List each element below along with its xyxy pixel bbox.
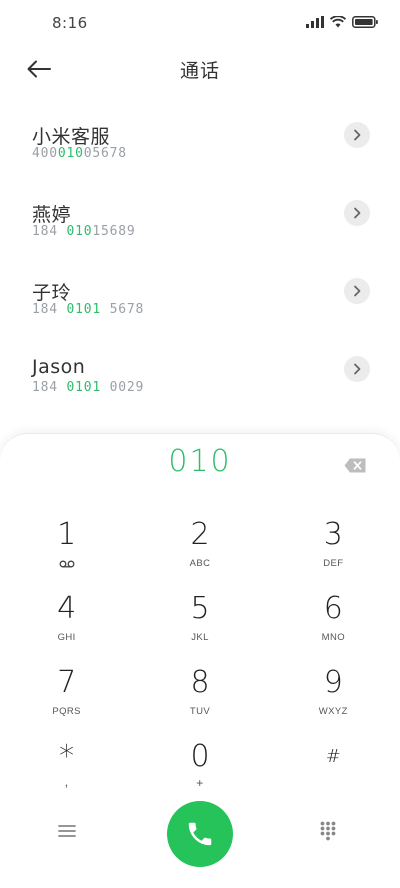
dialer-bottom-bar [0,801,400,871]
dialpad-panel: 010 1 2 ABC 3 DEF 4 GHI 5 JKL 6 MNO 7 PQ… [0,433,400,888]
number-prefix: 400 [32,146,58,161]
status-bar: 8:16 [0,0,400,48]
key-letters: JKL [191,632,209,643]
key-digit: 0 [190,739,210,774]
key-0[interactable]: 0 + [133,734,266,808]
voicemail-icon [59,560,75,568]
key-5[interactable]: 5 JKL [133,586,266,660]
key-star[interactable]: * , [0,734,133,808]
contact-item[interactable]: 小米客服 40001005678 [0,98,400,176]
signal-icon [306,16,324,28]
chevron-right-icon [354,129,361,141]
contact-number: 184 0101 0029 [32,380,144,395]
key-letters: + [196,776,204,790]
dialpad-icon [320,821,336,841]
key-digit: 4 [57,591,77,626]
number-match: 0101 [66,302,102,317]
key-2[interactable]: 2 ABC [133,512,266,586]
key-letters: GHI [57,632,76,643]
contact-name: Jason [32,356,86,378]
battery-icon [352,16,378,28]
contact-name: 子玲 [32,282,72,304]
key-1[interactable]: 1 [0,512,133,586]
number-suffix: 0029 [101,380,145,395]
number-match: 0101 [66,380,102,395]
contact-detail-button[interactable] [344,356,370,382]
backspace-button[interactable] [344,458,368,474]
number-suffix: 05678 [83,146,127,161]
key-digit: * [59,739,75,774]
contact-number: 184 0101 5678 [32,302,144,317]
number-prefix: 184 [32,302,67,317]
key-digit: 5 [190,591,210,626]
dialpad-toggle-button[interactable] [320,821,342,843]
keypad-row: 4 GHI 5 JKL 6 MNO [0,586,400,660]
menu-button[interactable] [58,823,82,843]
backspace-icon [344,458,366,473]
key-digit: 1 [57,517,77,552]
key-letters: DEF [323,558,344,569]
page-title: 通话 [179,60,220,82]
key-letters: PQRS [52,706,81,717]
contact-item[interactable]: 燕婷 184 01015689 [0,176,400,254]
key-letters: TUV [189,706,211,717]
number-prefix: 184 [32,224,67,239]
chevron-right-icon [354,207,361,219]
key-digit: 7 [57,665,77,700]
keypad: 1 2 ABC 3 DEF 4 GHI 5 JKL 6 MNO 7 PQRS 8… [0,512,400,808]
number-match: 010 [66,224,93,239]
key-4[interactable]: 4 GHI [0,586,133,660]
key-7[interactable]: 7 PQRS [0,660,133,734]
keypad-row: 7 PQRS 8 TUV 9 WXYZ [0,660,400,734]
key-digit: 8 [190,665,210,700]
number-suffix: 5678 [101,302,145,317]
call-button[interactable] [167,801,233,867]
key-letters: WXYZ [318,706,348,717]
menu-icon [58,825,76,837]
key-digit: 9 [323,665,343,700]
key-letters: , [64,774,69,789]
contact-detail-button[interactable] [344,122,370,148]
keypad-row: * , 0 + # [0,734,400,808]
chevron-right-icon [354,363,361,375]
key-letters: ABC [189,558,211,569]
key-letters: MNO [321,632,345,643]
number-prefix: 184 [32,380,67,395]
key-digit: 6 [323,591,343,626]
key-9[interactable]: 9 WXYZ [267,660,400,734]
contact-detail-button[interactable] [344,200,370,226]
contact-name: 燕婷 [32,204,72,226]
dialed-number: 010 [168,444,232,479]
contact-item[interactable]: Jason 184 0101 0029 [0,332,400,410]
wifi-icon [330,16,346,28]
number-suffix: 15689 [92,224,136,239]
status-icons [306,16,378,28]
contact-detail-button[interactable] [344,278,370,304]
key-digit: 3 [323,517,343,552]
contact-number: 40001005678 [32,146,127,161]
key-8[interactable]: 8 TUV [133,660,266,734]
status-time: 8:16 [52,14,88,32]
chevron-right-icon [354,285,361,297]
key-3[interactable]: 3 DEF [267,512,400,586]
contact-list: 小米客服 40001005678 燕婷 184 01015689 子玲 184 … [0,98,400,410]
contact-item[interactable]: 子玲 184 0101 5678 [0,254,400,332]
key-hash[interactable]: # [267,734,400,808]
key-digit: 2 [190,517,210,552]
header: 通话 [0,48,400,90]
key-6[interactable]: 6 MNO [267,586,400,660]
contact-name: 小米客服 [32,126,111,148]
phone-icon [188,822,212,846]
keypad-row: 1 2 ABC 3 DEF [0,512,400,586]
number-match: 010 [57,146,84,161]
key-digit: # [325,746,341,767]
contact-number: 184 01015689 [32,224,136,239]
